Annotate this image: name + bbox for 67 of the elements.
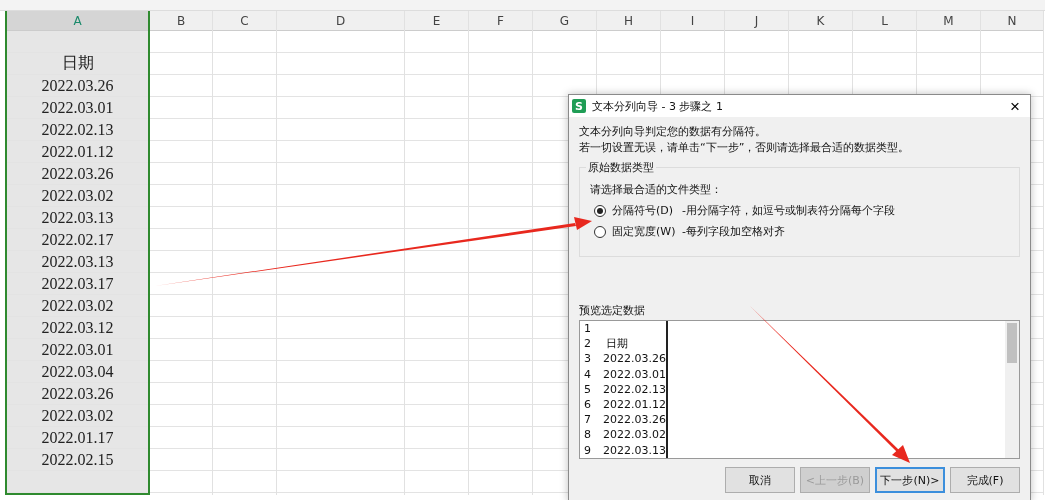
line-number: 5 xyxy=(583,382,592,396)
radio-button[interactable] xyxy=(594,204,606,217)
close-button[interactable]: × xyxy=(1006,97,1024,115)
column-header[interactable]: J xyxy=(725,11,788,31)
scrollbar[interactable] xyxy=(1005,321,1019,458)
table-cell: 2022.03.13 xyxy=(7,251,148,273)
preview-value: 2022.03.02 xyxy=(603,428,666,442)
table-cell: 2022.03.17 xyxy=(7,273,148,295)
preview-value: 2022.03.26 xyxy=(603,413,666,427)
table-cell: 2022.03.01 xyxy=(7,339,148,361)
table-cell: 2022.01.12 xyxy=(7,141,148,163)
preview-value: 2022.03.13 xyxy=(603,443,666,457)
line-number: 4 xyxy=(583,367,592,381)
table-cell: 2022.03.13 xyxy=(7,207,148,229)
intro-text: 若一切设置无误，请单击“下一步”，否则请选择最合适的数据类型。 xyxy=(579,141,911,155)
app-logo-icon: S xyxy=(572,99,586,113)
window-title: 文本分列向导 - 3 步骤之 1 xyxy=(592,98,724,114)
preview-value: 日期 xyxy=(606,336,628,352)
table-cell: 2022.03.26 xyxy=(7,163,148,185)
table-cell: 2022.03.02 xyxy=(7,185,148,207)
dialog-button[interactable]: 完成(F) xyxy=(950,467,1020,493)
table-cell: 2022.02.17 xyxy=(7,229,148,251)
line-number: 3 xyxy=(583,352,592,366)
table-cell: 2022.01.17 xyxy=(7,427,148,449)
column-header[interactable]: F xyxy=(469,11,532,31)
table-cell: 日期 xyxy=(7,53,148,75)
line-number: 2 xyxy=(583,337,592,351)
intro-text: 文本分列向导判定您的数据有分隔符。 xyxy=(579,125,767,139)
radio-button[interactable] xyxy=(594,225,606,238)
table-cell: 2022.03.04 xyxy=(7,361,148,383)
column-header[interactable]: K xyxy=(789,11,852,31)
preview-title: 预览选定数据 xyxy=(579,303,646,318)
radio-label[interactable]: 固定宽度(W) xyxy=(612,224,676,239)
column-header[interactable]: H xyxy=(597,11,660,31)
column-header[interactable]: C xyxy=(213,11,276,31)
preview-value: 2022.02.13 xyxy=(603,382,666,396)
option-description: -用分隔字符，如逗号或制表符分隔每个字段 xyxy=(682,203,895,218)
line-number: 6 xyxy=(583,398,592,412)
column-header[interactable]: D xyxy=(277,11,404,31)
table-cell: 2022.03.01 xyxy=(7,97,148,119)
column-header[interactable]: G xyxy=(533,11,596,31)
preview-value: 2022.03.01 xyxy=(603,367,666,381)
column-header[interactable]: M xyxy=(917,11,980,31)
preview-value: 2022.01.12 xyxy=(603,398,666,412)
column-header[interactable]: E xyxy=(405,11,468,31)
table-cell: 2022.03.26 xyxy=(7,383,148,405)
table-cell: 2022.03.02 xyxy=(7,295,148,317)
line-number: 8 xyxy=(583,428,592,442)
table-cell: 2022.03.12 xyxy=(7,317,148,339)
prompt-text: 请选择最合适的文件类型： xyxy=(590,182,723,197)
column-header[interactable]: N xyxy=(981,11,1043,31)
table-cell: 2022.02.13 xyxy=(7,119,148,141)
line-number: 7 xyxy=(583,413,592,427)
option-description: -每列字段加空格对齐 xyxy=(682,224,785,239)
line-number: 9 xyxy=(583,443,592,457)
table-cell: 2022.03.02 xyxy=(7,405,148,427)
line-number: 1 xyxy=(583,322,592,336)
table-cell: 2022.02.15 xyxy=(7,449,148,471)
column-header[interactable]: B xyxy=(150,11,212,31)
column-header[interactable]: I xyxy=(661,11,724,31)
dialog-button[interactable]: 下一步(N)> xyxy=(875,467,945,493)
radio-label[interactable]: 分隔符号(D) xyxy=(612,203,676,218)
column-header[interactable]: L xyxy=(853,11,916,31)
preview-value: 2022.03.26 xyxy=(603,352,666,366)
dialog-button[interactable]: 取消 xyxy=(725,467,795,493)
group-title: 原始数据类型 xyxy=(586,160,656,175)
table-cell: 2022.03.26 xyxy=(7,75,148,97)
